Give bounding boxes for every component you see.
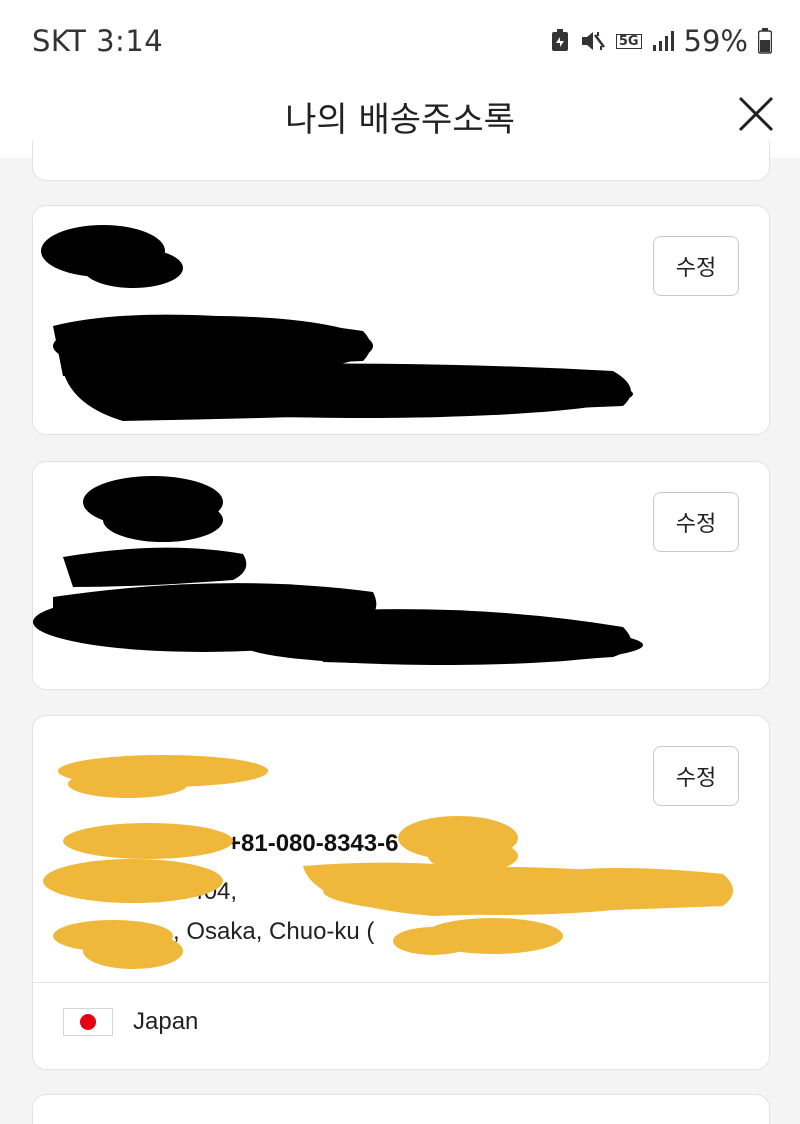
address-card: 수정 [32, 461, 770, 690]
address-line-2: , Osaka, Chuo-ku ( [173, 918, 375, 945]
card-divider [33, 982, 769, 983]
address-phone: +81-080-8343-6 [227, 830, 399, 857]
address-card: 수정 [32, 205, 770, 435]
signal-icon [652, 31, 674, 51]
country-name: Japan [133, 1008, 199, 1035]
redaction-black [33, 476, 643, 665]
edit-button[interactable]: 수정 [653, 492, 739, 552]
japan-flag-icon [63, 1008, 113, 1036]
battery-icon [758, 28, 772, 54]
battery-saver-icon [551, 29, 568, 51]
network-5g-icon: 5G [615, 33, 642, 49]
address-card-partial [32, 140, 770, 181]
page-title: 나의 배송주소록 [285, 100, 515, 140]
status-time: SKT 3:14 [32, 24, 164, 58]
edit-button[interactable]: 수정 [653, 236, 739, 296]
redaction-black [41, 225, 633, 421]
status-icons: 5G 59% [550, 24, 772, 58]
address-card-japan: 수정 +81-080-8343-6 #404, , Osaka, Chuo-ku… [32, 715, 770, 1070]
status-bar: SKT 3:14 5G 59% [0, 0, 800, 78]
close-icon[interactable] [736, 94, 776, 134]
address-card-partial [32, 1094, 770, 1124]
edit-button[interactable]: 수정 [653, 746, 739, 806]
mute-icon [581, 32, 605, 50]
country-row: Japan [63, 1008, 198, 1036]
battery-percent: 59% [683, 24, 748, 58]
address-line-1: #404, [177, 878, 238, 905]
